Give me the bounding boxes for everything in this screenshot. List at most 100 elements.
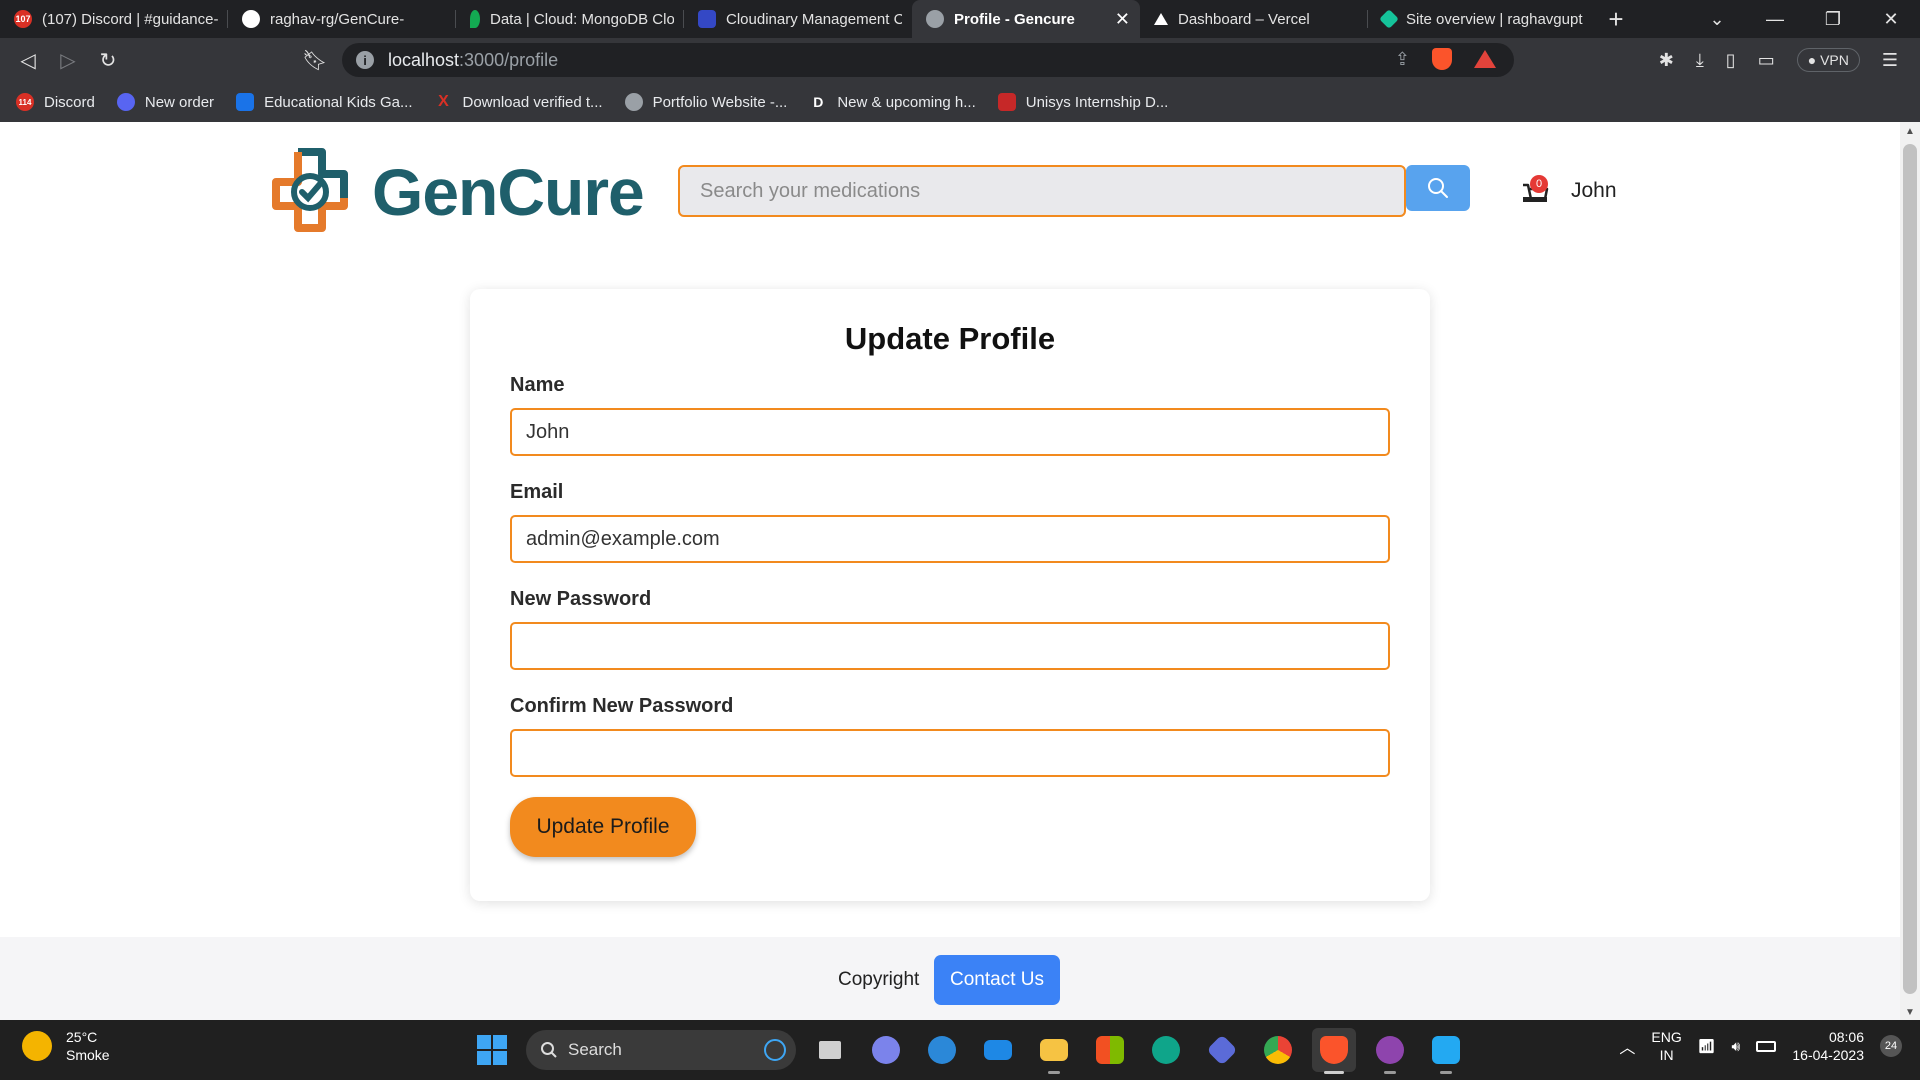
mail-icon — [984, 1040, 1012, 1060]
brave-shields-icon[interactable] — [1432, 48, 1452, 70]
tab-title: Cloudinary Management Co — [726, 10, 902, 28]
new-tab-button[interactable]: + — [1596, 0, 1636, 38]
clock-date: 16-04-2023 — [1792, 1047, 1864, 1063]
menu-icon[interactable]: ☰ — [1882, 50, 1898, 71]
back-button[interactable]: ◁ — [8, 38, 48, 82]
site-logo[interactable]: GenCure — [262, 144, 645, 240]
tab-mongodb[interactable]: Data | Cloud: MongoDB Clo — [456, 0, 684, 38]
scroll-up-icon[interactable]: ▲ — [1900, 126, 1920, 137]
store-icon — [1096, 1036, 1124, 1064]
notification-count-badge[interactable]: 24 — [1880, 1035, 1902, 1057]
tab-github[interactable]: raghav-rg/GenCure- — [228, 0, 456, 38]
email-field[interactable] — [510, 515, 1390, 563]
teams-chat-icon — [872, 1036, 900, 1064]
wifi-icon[interactable]: 📶︎ — [1698, 1038, 1716, 1055]
scroll-down-icon[interactable]: ▼ — [1900, 1007, 1920, 1018]
extensions-icon[interactable]: ✱ — [1659, 50, 1674, 71]
github-desktop-app[interactable] — [1368, 1028, 1412, 1074]
file-explorer-app[interactable] — [1032, 1028, 1076, 1074]
tab-profile-gencure[interactable]: Profile - Gencure ✕ — [912, 0, 1140, 38]
copyright-text: Copyright — [838, 969, 920, 990]
address-actions: ⇪ — [1395, 48, 1496, 70]
address-bar[interactable]: i localhost:3000/profile ⇪ — [342, 43, 1514, 77]
windows-taskbar: 25°C Smoke Search ︿ ENG IN 📶︎ 🔊︎ 08:06 1… — [0, 1020, 1920, 1080]
toolbar-right-actions: ✱ ⤓ ▯ ▭ ● VPN ☰ — [1659, 38, 1920, 82]
taskbar-search-label: Search — [568, 1040, 622, 1059]
brand-name: GenCure — [372, 155, 645, 229]
medication-search-input[interactable] — [678, 165, 1406, 217]
cloudinary-favicon-icon — [698, 10, 716, 28]
running-indicator — [1324, 1071, 1344, 1074]
brave-rewards-icon[interactable] — [1474, 50, 1496, 68]
battery-icon[interactable] — [1756, 1040, 1777, 1052]
help-app[interactable] — [920, 1028, 964, 1072]
confirm-password-label: Confirm New Password — [510, 695, 734, 717]
bookmark-unisys[interactable]: Unisys Internship D... — [997, 93, 1168, 111]
teams-chat-app[interactable] — [864, 1028, 908, 1072]
bookmark-icon[interactable]: 🔖︎ — [302, 48, 327, 73]
vscode-app[interactable] — [1424, 1028, 1468, 1074]
wallet-icon[interactable]: ▭ — [1758, 50, 1775, 71]
mail-app[interactable] — [976, 1028, 1020, 1072]
downloads-icon[interactable]: ⤓ — [1696, 50, 1704, 71]
forward-button[interactable]: ▷ — [48, 38, 88, 82]
system-tray: ︿ ENG IN 📶︎ 🔊︎ 08:06 16-04-2023 24 — [1619, 1028, 1902, 1064]
cart-count-badge: 0 — [1530, 175, 1548, 193]
sidebar-icon[interactable]: ▯ — [1726, 50, 1736, 71]
scrollbar-thumb[interactable] — [1903, 144, 1917, 994]
language-indicator[interactable]: ENG IN — [1651, 1028, 1681, 1064]
task-view-app[interactable] — [808, 1028, 852, 1072]
task-view-icon — [819, 1041, 841, 1059]
microsoft-store-app[interactable] — [1088, 1028, 1132, 1072]
tab-netlify[interactable]: Site overview | raghavgupt — [1368, 0, 1596, 38]
chrome-app[interactable] — [1256, 1028, 1300, 1072]
weather-temperature: 25°C — [66, 1029, 98, 1045]
restore-button[interactable]: ❐ — [1804, 9, 1862, 30]
weather-widget[interactable]: 25°C Smoke — [22, 1028, 110, 1064]
share-icon[interactable]: ⇪ — [1395, 49, 1410, 70]
contact-us-button[interactable]: Contact Us — [934, 955, 1060, 1005]
bookmark-new-upcoming[interactable]: D New & upcoming h... — [809, 93, 975, 111]
tab-discord[interactable]: 107 (107) Discord | #guidance-l — [0, 0, 228, 38]
medical-cross-logo-icon — [272, 148, 348, 232]
d-bookmark-icon: D — [813, 94, 824, 110]
start-button[interactable] — [470, 1028, 514, 1072]
update-profile-button[interactable]: Update Profile — [510, 797, 696, 857]
media-player-icon — [1206, 1034, 1238, 1066]
edge-app[interactable] — [1144, 1028, 1188, 1072]
clock[interactable]: 08:06 16-04-2023 — [1792, 1028, 1864, 1064]
show-hidden-icons-chevron-icon[interactable]: ︿ — [1619, 1034, 1635, 1058]
minimize-button[interactable]: — — [1746, 9, 1804, 30]
reload-button[interactable]: ↻ — [88, 38, 128, 82]
user-menu[interactable]: John — [1571, 179, 1617, 203]
brave-app[interactable] — [1312, 1028, 1356, 1074]
new-password-field[interactable] — [510, 622, 1390, 670]
tab-cloudinary[interactable]: Cloudinary Management Co — [684, 0, 912, 38]
bookmark-discord[interactable]: 114 Discord — [16, 93, 95, 111]
site-info-icon[interactable]: i — [356, 51, 374, 69]
media-app[interactable] — [1200, 1028, 1244, 1072]
update-profile-card: Update Profile Name Email New Password C… — [470, 289, 1430, 901]
tab-search-chevron-icon[interactable]: ⌄ — [1688, 9, 1746, 30]
tab-vercel[interactable]: Dashboard – Vercel — [1140, 0, 1368, 38]
site-header: GenCure 0 John — [0, 122, 1900, 262]
brave-icon — [1320, 1036, 1348, 1064]
taskbar-search[interactable]: Search — [526, 1030, 796, 1070]
bookmark-download-verified[interactable]: X Download verified t... — [434, 93, 602, 111]
running-indicator — [1048, 1071, 1060, 1074]
close-tab-icon[interactable]: ✕ — [1115, 9, 1130, 30]
tab-title: Site overview | raghavgupt — [1406, 10, 1583, 28]
folder-icon — [1040, 1039, 1068, 1061]
page-scrollbar[interactable]: ▲ ▼ — [1900, 122, 1920, 1020]
volume-icon[interactable]: 🔊︎ — [1732, 1038, 1741, 1055]
edge-icon — [1152, 1036, 1180, 1064]
close-window-button[interactable]: ✕ — [1862, 9, 1920, 30]
clock-time: 08:06 — [1828, 1029, 1864, 1045]
bookmark-portfolio[interactable]: Portfolio Website -... — [624, 93, 787, 111]
bookmark-new-order[interactable]: New order — [116, 93, 214, 111]
bookmark-educational-kids[interactable]: Educational Kids Ga... — [236, 93, 412, 111]
vpn-button[interactable]: ● VPN — [1796, 48, 1860, 72]
confirm-password-field[interactable] — [510, 729, 1390, 777]
search-button[interactable] — [1406, 165, 1470, 211]
name-field[interactable] — [510, 408, 1390, 456]
